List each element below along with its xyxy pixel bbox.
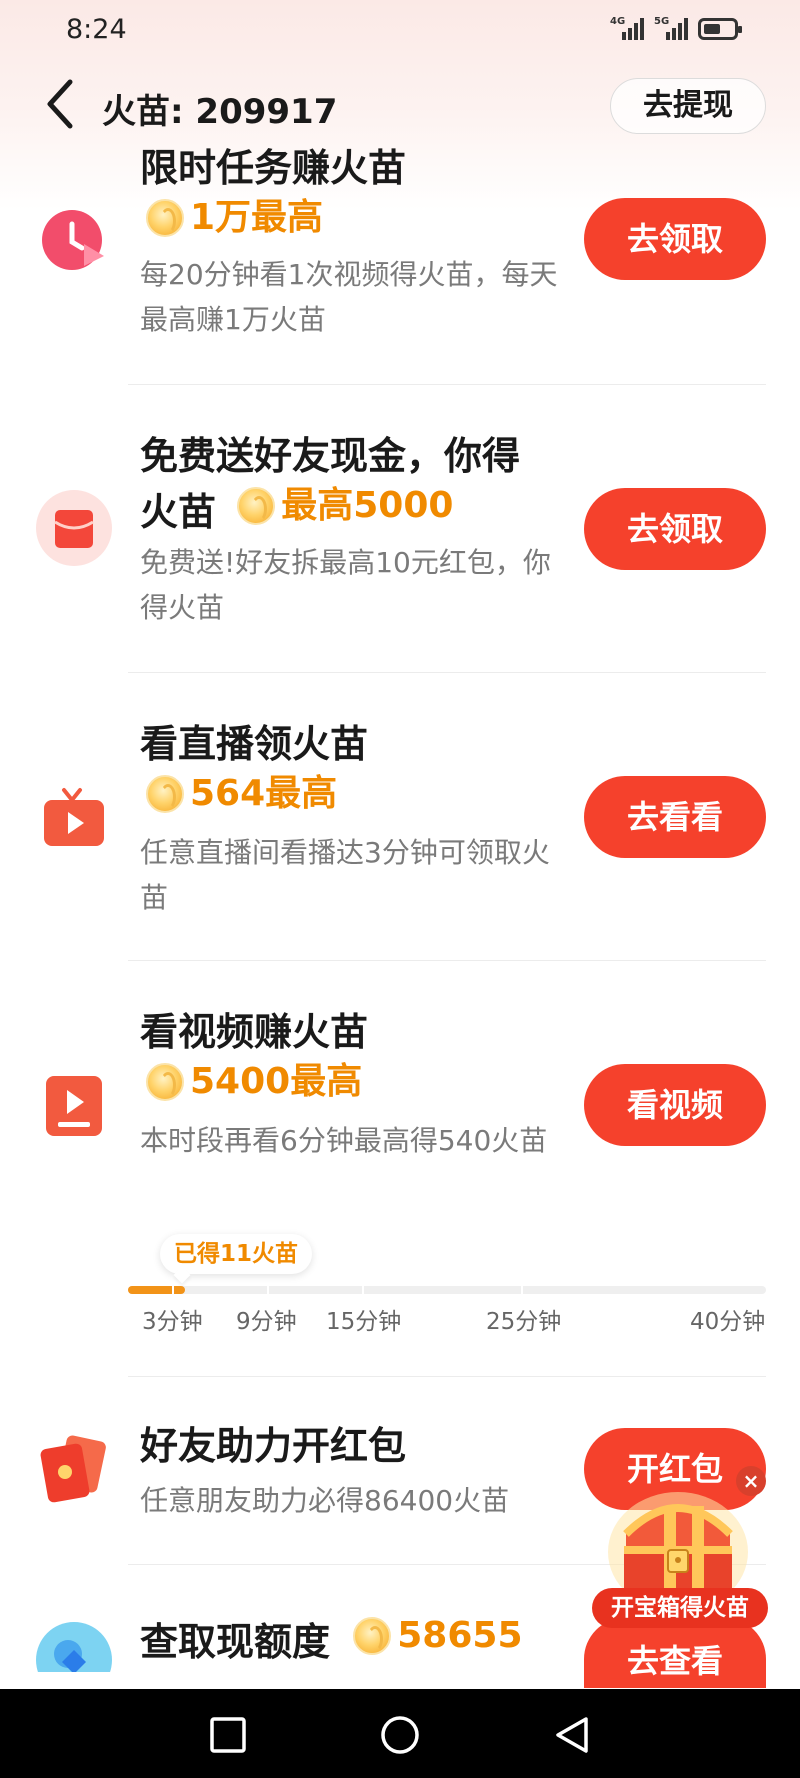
task-title: 限时任务赚火苗 xyxy=(140,146,407,190)
clock-play-icon xyxy=(34,200,114,280)
coin-icon xyxy=(237,487,276,525)
progress-tick xyxy=(362,1286,364,1294)
progress-label: 40分钟 xyxy=(690,1309,766,1335)
task-desc: 免费送!好友拆最高10元红包，你得火苗 xyxy=(140,546,551,624)
close-treasure-button[interactable]: × xyxy=(736,1466,766,1496)
watch-live-button[interactable]: 去看看 xyxy=(584,776,766,858)
recent-apps-icon[interactable] xyxy=(206,1713,250,1757)
back-icon[interactable] xyxy=(550,1713,594,1757)
coin-icon xyxy=(146,199,184,237)
task-title: 看视频赚火苗 xyxy=(140,1010,369,1054)
task-title-line2: 火苗 xyxy=(140,490,217,534)
progress-label: 15分钟 xyxy=(326,1309,402,1335)
reward-value: 58655 xyxy=(397,1615,523,1656)
progress-label: 3分钟 xyxy=(142,1309,203,1335)
treasure-label[interactable]: 开宝箱得火苗 xyxy=(592,1588,768,1628)
watch-video-button[interactable]: 看视频 xyxy=(584,1064,766,1146)
progress-track xyxy=(128,1286,766,1294)
back-button[interactable] xyxy=(40,76,80,132)
signal-tag: 5G xyxy=(654,16,670,27)
progress-fill xyxy=(128,1286,186,1294)
task-reward: 564最高 xyxy=(146,770,337,826)
task-title: 免费送好友现金，你得 xyxy=(140,434,521,478)
claim-button[interactable]: 去领取 xyxy=(584,198,766,280)
status-time: 8:24 xyxy=(66,14,127,45)
task-reward: 1万最高 xyxy=(146,194,323,250)
coin-icon xyxy=(146,1063,184,1101)
task-desc: 每20分钟看1次视频得火苗，每天最高赚1万火苗 xyxy=(140,258,558,336)
task-title-text: 查取现额度 xyxy=(140,1620,331,1664)
progress-tick xyxy=(267,1286,269,1294)
check-quota-button[interactable]: 去查看 xyxy=(584,1618,766,1688)
home-icon[interactable] xyxy=(378,1713,422,1757)
task-title: 看直播领火苗 xyxy=(140,722,369,766)
task-desc: 本时段再看6分钟最高得540火苗 xyxy=(140,1124,548,1157)
progress-tick xyxy=(521,1286,523,1294)
task-title: 火苗 最高5000 xyxy=(140,480,453,538)
progress-label: 25分钟 xyxy=(486,1309,562,1335)
divider xyxy=(128,960,766,961)
coin-icon xyxy=(353,1617,392,1655)
red-packets-icon xyxy=(34,1428,114,1508)
signal-icon: 5G xyxy=(654,16,688,42)
progress-earned-badge: 已得11火苗 xyxy=(160,1234,313,1274)
divider xyxy=(128,384,766,385)
coin-icon xyxy=(146,775,184,813)
reward-value: 5400最高 xyxy=(190,1061,363,1102)
task-title: 查取现额度 58655 xyxy=(140,1610,523,1668)
reward-value: 1万最高 xyxy=(190,197,324,238)
status-icons: 4G 5G xyxy=(610,16,742,42)
battery-icon xyxy=(698,18,742,40)
divider xyxy=(128,672,766,673)
diamond-icon xyxy=(34,1620,114,1672)
divider xyxy=(128,1376,766,1377)
task-desc: 任意直播间看播达3分钟可领取火苗 xyxy=(140,836,550,914)
status-bar: 8:24 4G 5G xyxy=(0,0,800,60)
task-desc: 任意朋友助力必得86400火苗 xyxy=(140,1484,510,1517)
red-envelope-icon xyxy=(34,488,114,568)
claim-button[interactable]: 去领取 xyxy=(584,488,766,570)
signal-tag: 4G xyxy=(610,16,626,27)
live-tv-icon xyxy=(34,780,114,860)
task-title: 好友助力开红包 xyxy=(140,1424,407,1468)
reward-value: 564最高 xyxy=(190,773,338,814)
video-play-icon xyxy=(34,1066,114,1146)
chevron-left-icon xyxy=(47,79,73,129)
withdraw-button[interactable]: 去提现 xyxy=(610,78,766,134)
signal-icon: 4G xyxy=(610,16,644,42)
page-title: 火苗: 209917 xyxy=(102,92,338,132)
progress-tick xyxy=(172,1286,174,1294)
task-reward: 5400最高 xyxy=(146,1058,362,1114)
system-nav-bar xyxy=(0,1689,800,1778)
progress-label: 9分钟 xyxy=(236,1309,297,1335)
reward-value: 最高5000 xyxy=(281,485,454,526)
